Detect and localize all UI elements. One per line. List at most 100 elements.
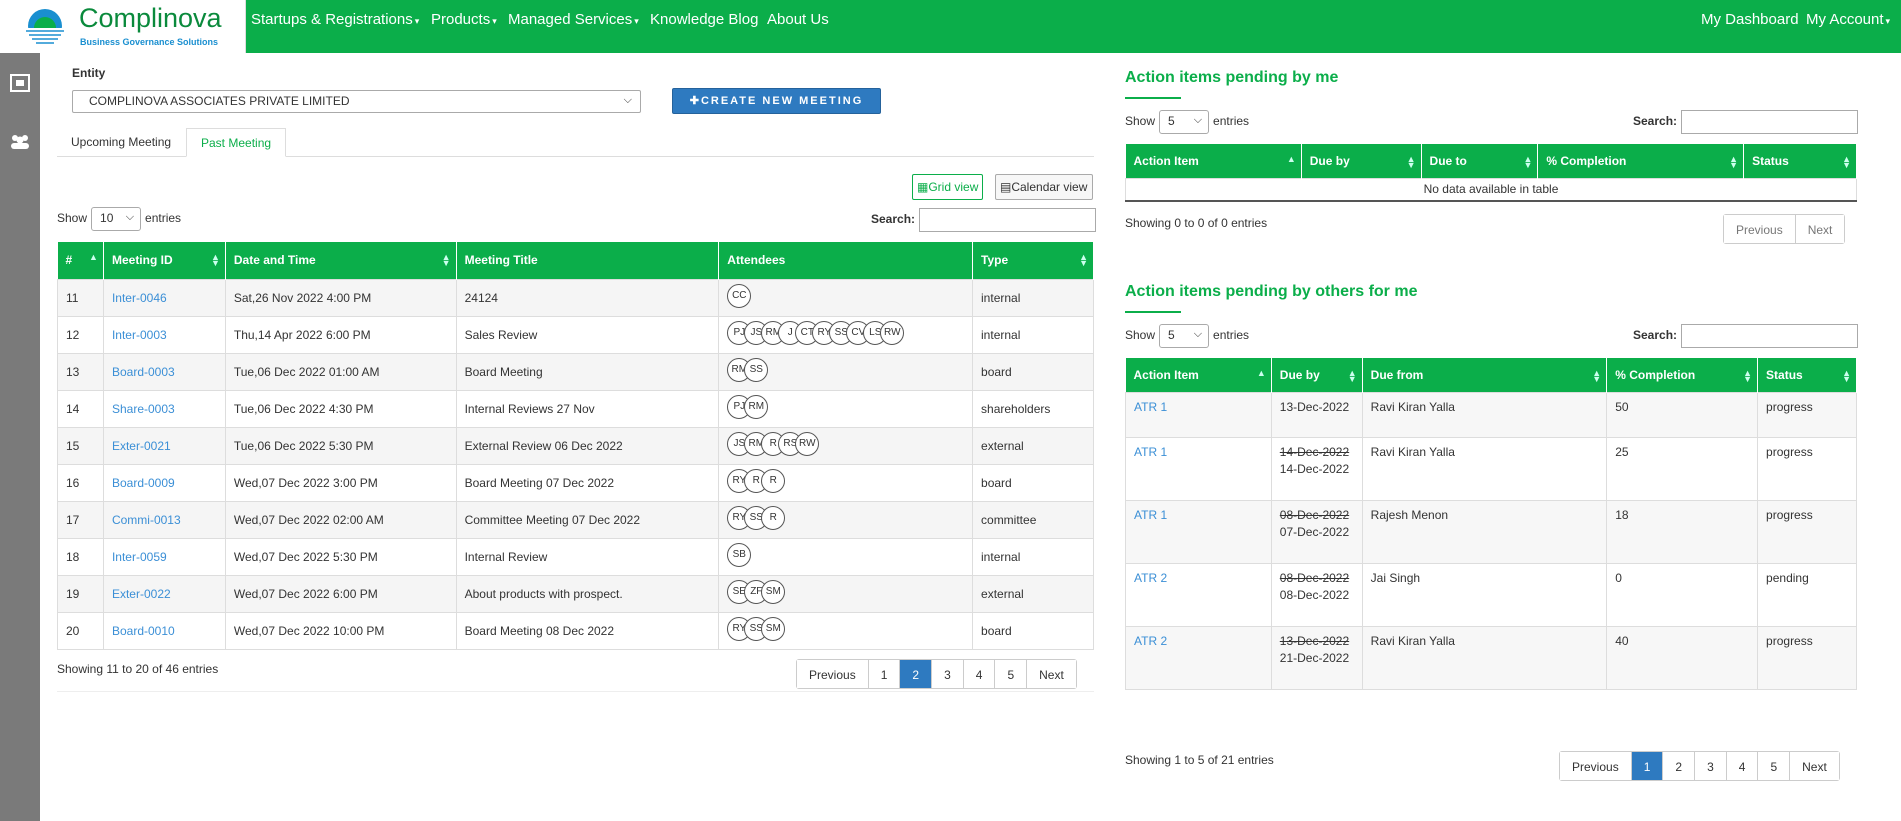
create-new-meeting-button[interactable]: ✚CREATE NEW MEETING <box>672 88 881 114</box>
column-header[interactable]: Action Item ▲ <box>1125 144 1302 178</box>
column-header[interactable]: Due by ▲ ▼ <box>1301 144 1422 178</box>
nav-knowledge-blog[interactable]: Knowledge Blog <box>650 11 758 28</box>
nav-my-dashboard[interactable]: My Dashboard <box>1701 11 1799 28</box>
attendee-avatar[interactable]: RM <box>744 395 769 419</box>
attendee-avatar[interactable]: RW <box>880 321 905 345</box>
calendar-view-button[interactable]: ▤Calendar view <box>995 174 1093 200</box>
pager-button[interactable]: 2 <box>1662 752 1695 780</box>
grid-view-button[interactable]: ▦Grid view <box>912 174 983 200</box>
tab-past-meeting[interactable]: Past Meeting <box>186 128 287 157</box>
users-icon[interactable] <box>9 131 31 151</box>
action-item-link[interactable]: ATR 1 <box>1134 445 1167 459</box>
nav-about-us[interactable]: About Us <box>767 11 829 28</box>
action-item-link[interactable]: ATR 1 <box>1134 400 1167 414</box>
status-cell: progress <box>1757 391 1857 438</box>
caret-down-icon: ▾ <box>414 16 420 26</box>
nav-my-account[interactable]: My Account ▾ <box>1806 11 1890 28</box>
meetings-search-input[interactable] <box>919 208 1097 232</box>
pager-button[interactable]: 3 <box>1694 752 1726 780</box>
page-length-select[interactable]: 5 ⌵ <box>1159 110 1210 134</box>
pager-next[interactable]: Next <box>1794 215 1845 243</box>
brand-logo[interactable]: Complinova Business Governance Solutions <box>0 0 246 53</box>
pending-by-others-search-input[interactable] <box>1681 324 1859 348</box>
meeting-id-link[interactable]: Board-0010 <box>112 624 175 638</box>
meeting-id-cell: Inter-0003 <box>102 315 226 354</box>
pager-button[interactable]: 4 <box>962 660 995 688</box>
meeting-id-link[interactable]: Share-0003 <box>112 402 175 416</box>
attendees-cell: PJ RM <box>718 389 974 428</box>
column-label: Status <box>1766 367 1803 382</box>
column-header[interactable]: % Completion ▲ ▼ <box>1537 144 1745 178</box>
meeting-id-link[interactable]: Board-0009 <box>112 476 175 490</box>
column-header[interactable]: Status ▲ ▼ <box>1743 144 1857 178</box>
pager-button[interactable]: 1 <box>1630 752 1663 780</box>
meeting-id-link[interactable]: Board-0003 <box>112 365 175 379</box>
pending-by-me-search-input[interactable] <box>1681 110 1859 134</box>
date-time-cell: Wed,07 Dec 2022 02:00 AM <box>224 500 457 539</box>
action-item-link[interactable]: ATR 2 <box>1134 634 1167 648</box>
column-header[interactable]: # ▲ <box>57 242 104 279</box>
column-header[interactable]: Type ▲ ▼ <box>972 242 1094 279</box>
column-header[interactable]: Meeting Title <box>456 242 720 279</box>
meetings-page-length: Show 10 ⌵ entries <box>57 207 181 231</box>
page-length-select[interactable]: 10 ⌵ <box>91 207 142 231</box>
pager-button[interactable]: 1 <box>867 660 900 688</box>
search-label: Search: <box>1633 114 1678 129</box>
sort-icon: ▲ ▼ <box>1347 368 1357 384</box>
column-header[interactable]: Date and Time ▲ ▼ <box>225 242 457 279</box>
pager-button[interactable]: Previous <box>1560 752 1631 780</box>
nav-startups-registrations[interactable]: Startups & Registrations ▾ <box>251 11 419 28</box>
attendee-avatar[interactable]: RW <box>795 432 820 456</box>
meeting-id-link[interactable]: Commi-0013 <box>112 513 181 527</box>
meeting-id-link[interactable]: Inter-0003 <box>112 328 167 342</box>
column-header[interactable]: Meeting ID ▲ ▼ <box>103 242 226 279</box>
nav-label: My Dashboard <box>1701 11 1799 28</box>
nav-managed-services[interactable]: Managed Services ▾ <box>508 11 639 28</box>
column-header[interactable]: Attendees <box>718 242 974 279</box>
meeting-title-cell: About products with prospect. <box>455 574 720 613</box>
sort-icon: ▲ ▼ <box>210 252 220 268</box>
meeting-id-link[interactable]: Inter-0059 <box>112 550 167 564</box>
column-header[interactable]: Due to ▲ ▼ <box>1421 144 1539 178</box>
entity-select[interactable]: COMPLINOVA ASSOCIATES PRIVATE LIMITED ⌵ <box>72 90 641 113</box>
meeting-id-link[interactable]: Exter-0021 <box>112 439 171 453</box>
pending-by-me-page-length: Show 5 ⌵ entries <box>1125 110 1249 134</box>
tab-upcoming-meeting[interactable]: Upcoming Meeting <box>57 128 185 157</box>
nav-products[interactable]: Products ▾ <box>431 11 497 28</box>
sort-icon: ▲ ▼ <box>441 252 451 268</box>
attendee-avatar[interactable]: SS <box>744 358 769 382</box>
pager-button[interactable]: Previous <box>797 660 868 688</box>
column-header[interactable]: Action Item ▲ <box>1125 358 1272 392</box>
column-header[interactable]: % Completion ▲ ▼ <box>1606 358 1759 392</box>
pager-previous[interactable]: Previous <box>1724 215 1795 243</box>
page-length-select[interactable]: 5 ⌵ <box>1159 324 1210 348</box>
date-time-cell: Wed,07 Dec 2022 5:30 PM <box>224 537 457 576</box>
pager-button[interactable]: 2 <box>899 660 932 688</box>
pending-by-others-page-length: Show 5 ⌵ entries <box>1125 324 1249 348</box>
attendee-avatar[interactable]: SM <box>761 617 786 641</box>
meeting-id-link[interactable]: Exter-0022 <box>112 587 171 601</box>
pager-button[interactable]: Next <box>1789 752 1839 780</box>
attendee-avatar[interactable]: R <box>761 469 786 493</box>
column-header[interactable]: Due by ▲ ▼ <box>1271 358 1363 392</box>
sort-asc-icon: ▲ <box>1256 368 1266 378</box>
attendee-avatar[interactable]: SB <box>727 543 752 567</box>
column-header[interactable]: Due from ▲ ▼ <box>1362 358 1608 392</box>
column-header[interactable]: Status ▲ ▼ <box>1757 358 1857 392</box>
pager-button[interactable]: 3 <box>931 660 963 688</box>
pager-button[interactable]: 5 <box>1757 752 1790 780</box>
meeting-room-icon[interactable] <box>9 73 31 93</box>
table-row: 17 Commi-0013 Wed,07 Dec 2022 02:00 AM Comm… <box>57 500 1094 539</box>
sort-icon: ▲ ▼ <box>1842 368 1851 384</box>
action-item-link[interactable]: ATR 2 <box>1134 571 1167 585</box>
attendee-avatar[interactable]: CC <box>727 284 752 308</box>
attendees-cell: SB <box>718 537 974 576</box>
action-item-link[interactable]: ATR 1 <box>1134 508 1167 522</box>
pager-button[interactable]: Next <box>1026 660 1076 688</box>
pager-button[interactable]: 5 <box>994 660 1027 688</box>
attendee-avatar[interactable]: R <box>761 506 786 530</box>
pager-button[interactable]: 4 <box>1725 752 1758 780</box>
previous-due-date: 13-Dec-2022 <box>1279 633 1350 648</box>
meeting-id-link[interactable]: Inter-0046 <box>112 291 167 305</box>
attendee-avatar[interactable]: SM <box>761 580 786 604</box>
